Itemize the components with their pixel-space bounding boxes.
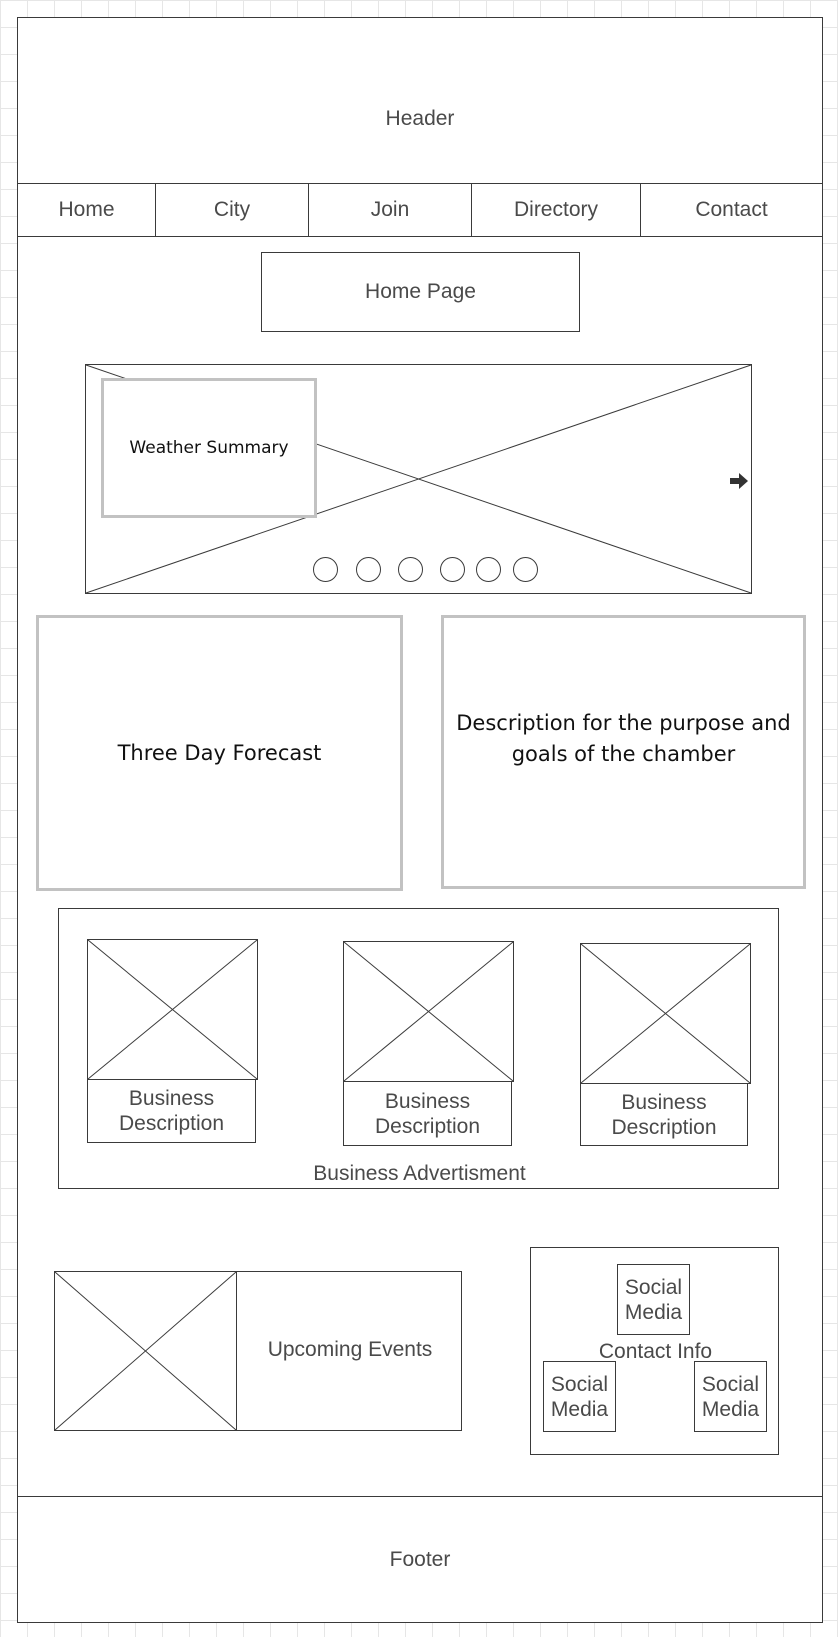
chamber-description: Description for the purpose and goals of… (441, 615, 806, 889)
slide-dot[interactable] (398, 557, 423, 582)
nav-item-label: Contact (695, 198, 768, 221)
page-title: Home Page (261, 252, 580, 332)
social-media-link[interactable]: Social Media (543, 1361, 616, 1432)
social-media-label: Social Media (701, 1372, 760, 1421)
nav-bar: Home City Join Directory Contact (17, 183, 823, 237)
social-media-link[interactable]: Social Media (694, 1361, 767, 1432)
image-placeholder-icon (54, 1271, 237, 1431)
social-media-label: Social Media (624, 1275, 683, 1324)
business-image (343, 941, 514, 1082)
slide-dot[interactable] (476, 557, 501, 582)
nav-item-city[interactable]: City (156, 184, 309, 236)
weather-summary: Weather Summary (101, 378, 317, 518)
three-day-forecast: Three Day Forecast (36, 615, 403, 891)
business-description: Business Description (580, 1083, 748, 1146)
nav-item-directory[interactable]: Directory (472, 184, 641, 236)
business-description: Business Description (343, 1081, 512, 1146)
nav-item-label: Join (370, 198, 410, 221)
footer-label: Footer (389, 1547, 451, 1571)
event-image (54, 1271, 237, 1431)
slide-dot[interactable] (356, 557, 381, 582)
business-description: Business Description (87, 1079, 256, 1143)
slide-dot[interactable] (513, 557, 538, 582)
upcoming-events-label: Upcoming Events (267, 1338, 433, 1361)
image-placeholder-icon (343, 941, 514, 1082)
slide-dot[interactable] (440, 557, 465, 582)
nav-item-label: Home (58, 198, 115, 221)
right-arrow-icon (730, 473, 748, 489)
social-media-link[interactable]: Social Media (617, 1264, 690, 1335)
header-label: Header (385, 107, 455, 130)
forecast-label: Three Day Forecast (117, 741, 322, 765)
nav-item-join[interactable]: Join (309, 184, 472, 236)
nav-item-home[interactable]: Home (18, 184, 156, 236)
nav-item-label: Directory (513, 198, 598, 221)
business-image (87, 939, 258, 1080)
business-description-label: Business Description (374, 1089, 481, 1138)
weather-summary-label: Weather Summary (129, 438, 289, 458)
business-description-label: Business Description (611, 1090, 717, 1139)
next-slide-button[interactable] (729, 471, 749, 491)
social-media-label: Social Media (550, 1372, 609, 1421)
nav-item-contact[interactable]: Contact (641, 184, 822, 236)
image-placeholder-icon (87, 939, 258, 1080)
slide-dot[interactable] (313, 557, 338, 582)
nav-item-label: City (213, 198, 251, 221)
page-title-label: Home Page (365, 280, 476, 303)
business-advertisement-label: Business Advertisment (313, 1162, 526, 1185)
header: Header (17, 17, 823, 184)
chamber-description-label: Description for the purpose and goals of… (456, 711, 791, 766)
business-image (580, 943, 751, 1084)
image-placeholder-icon (580, 943, 751, 1084)
footer: Footer (17, 1496, 823, 1623)
business-description-label: Business Description (118, 1087, 225, 1135)
